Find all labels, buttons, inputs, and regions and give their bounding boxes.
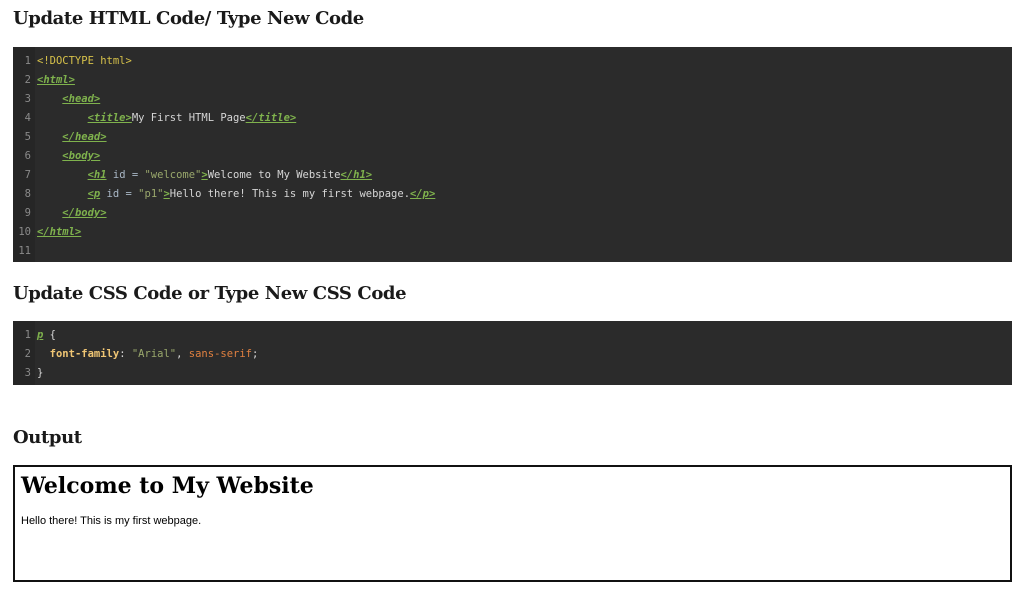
- tag-token: </html>: [37, 226, 82, 238]
- line-number: 2: [24, 74, 31, 86]
- output-paragraph: Hello there! This is my first webpage.: [21, 515, 202, 527]
- code-line[interactable]: 4 <title>My First HTML Page</title>: [13, 109, 1012, 128]
- doctype-token: <!DOCTYPE html>: [37, 55, 132, 67]
- output-heading: Welcome to My Website: [21, 473, 314, 499]
- code-line[interactable]: 2 <html>: [13, 71, 1012, 90]
- code-line[interactable]: 2 font-family: "Arial", sans-serif;: [13, 345, 1012, 364]
- code-line[interactable]: 10 </html>: [13, 223, 1012, 242]
- string-token: "welcome": [144, 169, 202, 181]
- tag-token: </title>: [245, 112, 297, 124]
- tag-token: </head>: [62, 131, 107, 143]
- keyword-token: sans-serif: [188, 348, 252, 360]
- attr-token: id =: [106, 169, 145, 181]
- tag-token: <head>: [62, 93, 101, 105]
- code-line[interactable]: 3}: [13, 364, 1012, 383]
- line-number: 8: [24, 188, 31, 200]
- code-line[interactable]: 8 <p id = "p1">Hello there! This is my f…: [13, 185, 1012, 204]
- html-code-editor[interactable]: 1 <!DOCTYPE html> 2 <html> 3 <head> 4 <tit…: [13, 47, 1012, 262]
- tag-token: <h1: [87, 169, 107, 181]
- output-section-heading: Output: [13, 427, 82, 448]
- text-token: Hello there! This is my first webpage.: [169, 188, 411, 200]
- code-line[interactable]: 1 <!DOCTYPE html>: [13, 52, 1012, 71]
- brace-token: {: [43, 329, 56, 341]
- css-code-editor[interactable]: 1p { 2 font-family: "Arial", sans-serif;…: [13, 321, 1012, 385]
- tag-token: <p: [87, 188, 101, 200]
- line-number: 1: [24, 329, 31, 341]
- code-line[interactable]: 5 </head>: [13, 128, 1012, 147]
- punct-token: :: [119, 348, 132, 360]
- text-token: Welcome to My Website: [207, 169, 341, 181]
- line-number: 3: [24, 367, 31, 379]
- string-token: "Arial": [131, 348, 177, 360]
- line-number: 4: [24, 112, 31, 124]
- line-number: 11: [18, 245, 31, 257]
- tag-token: <html>: [37, 74, 75, 86]
- code-line[interactable]: 9 </body>: [13, 204, 1012, 223]
- code-line[interactable]: 3 <head>: [13, 90, 1012, 109]
- property-token: font-family: [49, 348, 120, 360]
- tag-token: </h1>: [340, 169, 373, 181]
- line-number: 6: [24, 150, 31, 162]
- tag-token: </body>: [62, 207, 107, 219]
- code-line[interactable]: 1p {: [13, 326, 1012, 345]
- line-number: 3: [24, 93, 31, 105]
- css-section-heading: Update CSS Code or Type New CSS Code: [13, 283, 407, 304]
- line-number: 10: [18, 226, 31, 238]
- tag-token: <title>: [87, 112, 132, 124]
- html-section-heading: Update HTML Code/ Type New Code: [13, 8, 364, 29]
- line-number: 9: [24, 207, 31, 219]
- brace-token: }: [37, 367, 44, 379]
- tag-token: <body>: [62, 150, 101, 162]
- line-number: 1: [24, 55, 31, 67]
- tag-token: </p>: [410, 188, 436, 200]
- code-line[interactable]: 6 <body>: [13, 147, 1012, 166]
- code-line[interactable]: 11: [13, 242, 1012, 261]
- code-line[interactable]: 7 <h1 id = "welcome">Welcome to My Websi…: [13, 166, 1012, 185]
- punct-token: ,: [176, 348, 189, 360]
- line-number: 5: [24, 131, 31, 143]
- string-token: "p1": [138, 188, 164, 200]
- punct-token: ;: [252, 348, 259, 360]
- line-number: 2: [24, 348, 31, 360]
- text-token: My First HTML Page: [131, 112, 246, 124]
- output-preview: Welcome to My Website Hello there! This …: [13, 465, 1012, 582]
- line-number: 7: [24, 169, 31, 181]
- attr-token: id =: [100, 188, 139, 200]
